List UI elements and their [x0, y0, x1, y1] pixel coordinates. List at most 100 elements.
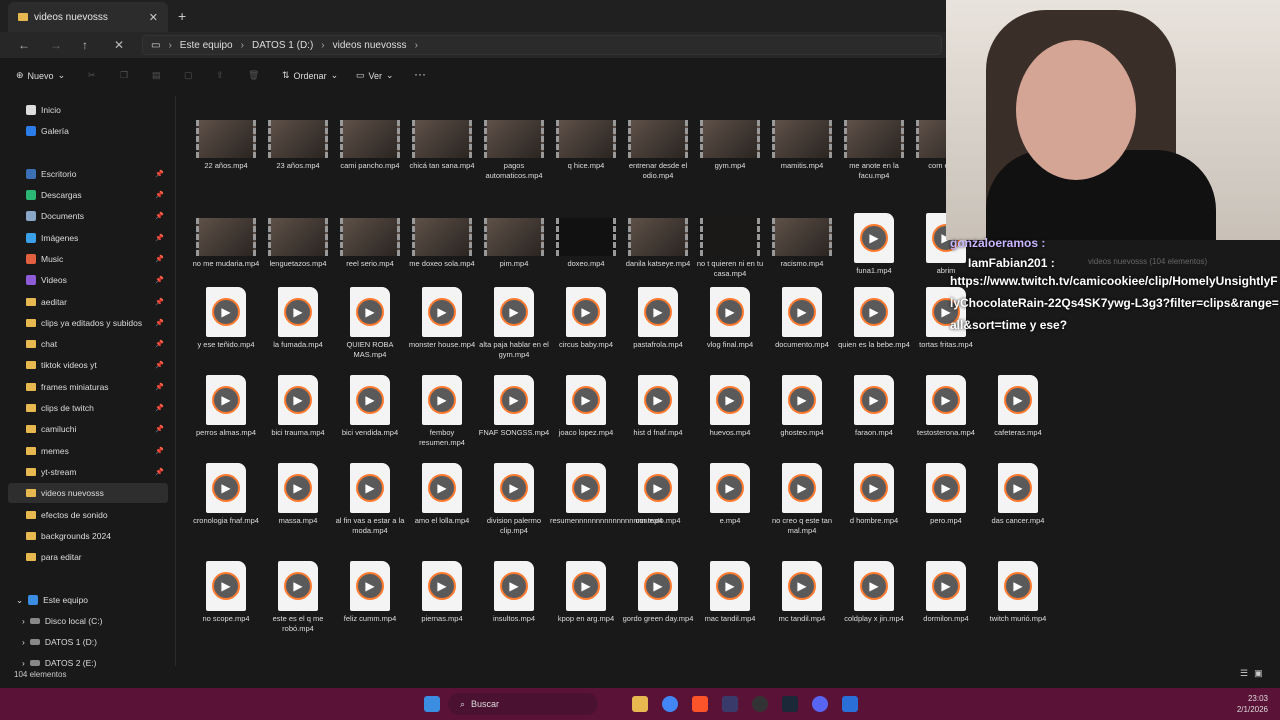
file-item[interactable]: ▶ resumennnnnnnnnnnnnnnnn.mp4: [550, 463, 663, 551]
file-item[interactable]: ▶ alta paja hablar en el gym.mp4: [478, 287, 550, 375]
stop-icon[interactable]: ✕: [114, 38, 124, 52]
sidebar-item[interactable]: Videos 📌: [8, 270, 168, 290]
sidebar-item[interactable]: tiktok videos yt 📌: [8, 355, 168, 375]
forward-icon[interactable]: →: [50, 38, 62, 52]
sidebar-item-this-pc[interactable]: ⌄ Este equipo: [8, 590, 168, 610]
file-item[interactable]: ▶ division palermo clip.mp4: [478, 463, 550, 551]
file-item[interactable]: ▶ quien es la bebe.mp4: [838, 287, 910, 375]
crumb-drive[interactable]: DATOS 1 (D:): [252, 40, 313, 51]
sidebar-item[interactable]: aeditar 📌: [8, 292, 168, 312]
file-item[interactable]: ▶ das cancer.mp4: [982, 463, 1054, 551]
sidebar-item[interactable]: clips de twitch 📌: [8, 398, 168, 418]
delete-icon[interactable]: 🗑: [248, 70, 259, 81]
sidebar-item[interactable]: frames miniaturas 📌: [8, 377, 168, 397]
file-item[interactable]: ▶ dormilon.mp4: [910, 561, 982, 649]
file-item[interactable]: ▶ massa.mp4: [262, 463, 334, 551]
file-item[interactable]: ▶ mac tandil.mp4: [694, 561, 766, 649]
file-item[interactable]: ▶ este es el q me robó.mp4: [262, 561, 334, 649]
sidebar-item[interactable]: para editar: [8, 547, 168, 567]
new-tab-icon[interactable]: +: [178, 8, 186, 24]
tiles-view-icon[interactable]: ▣: [1254, 668, 1263, 679]
file-item[interactable]: ▶ d hombre.mp4: [838, 463, 910, 551]
file-item[interactable]: ▶ hist d fnaf.mp4: [622, 375, 694, 463]
file-item[interactable]: ▶ no creo q este tan mal.mp4: [766, 463, 838, 551]
details-view-icon[interactable]: ☰: [1240, 668, 1248, 679]
sidebar-item[interactable]: memes 📌: [8, 441, 168, 461]
file-item[interactable]: 23 años.mp4: [262, 115, 334, 203]
file-item[interactable]: ▶ testosterona.mp4: [910, 375, 982, 463]
file-item[interactable]: ▶ circus baby.mp4: [550, 287, 622, 375]
file-item[interactable]: ▶ bici vendida.mp4: [334, 375, 406, 463]
app2-icon[interactable]: [842, 696, 858, 712]
file-item[interactable]: ▶ monster house.mp4: [406, 287, 478, 375]
file-item[interactable]: ▶ mc tandil.mp4: [766, 561, 838, 649]
taskbar-search[interactable]: ⌕ Buscar: [448, 693, 598, 715]
sidebar-item[interactable]: backgrounds 2024: [8, 526, 168, 546]
sidebar-item[interactable]: Descargas 📌: [8, 185, 168, 205]
file-item[interactable]: ▶ e.mp4: [694, 463, 766, 551]
steam-icon[interactable]: [782, 696, 798, 712]
file-item[interactable]: chicá tan sana.mp4: [406, 115, 478, 203]
sidebar-item-drive[interactable]: › DATOS 1 (D:): [8, 632, 168, 652]
file-item[interactable]: me anote en la facu.mp4: [838, 115, 910, 203]
file-item[interactable]: ▶ perros almas.mp4: [190, 375, 262, 463]
file-item[interactable]: ▶ femboy resumen.mp4: [406, 375, 478, 463]
file-item[interactable]: ▶ gordo green day.mp4: [622, 561, 694, 649]
file-item[interactable]: ▶ insultos.mp4: [478, 561, 550, 649]
file-item[interactable]: ▶ ghosteo.mp4: [766, 375, 838, 463]
rename-icon[interactable]: ▢: [184, 70, 193, 81]
file-item[interactable]: ▶ FNAF SONGSS.mp4: [478, 375, 550, 463]
file-item[interactable]: ▶ la fumada.mp4: [262, 287, 334, 375]
file-item[interactable]: ▶ pero.mp4: [910, 463, 982, 551]
sort-button[interactable]: ⇅ Ordenar ⌄: [282, 70, 338, 81]
up-icon[interactable]: ↑: [82, 38, 88, 52]
obs-icon[interactable]: [752, 696, 768, 712]
brave-icon[interactable]: [692, 696, 708, 712]
file-item[interactable]: ▶ kpop en arg.mp4: [550, 561, 622, 649]
sidebar-item[interactable]: camiluchi 📌: [8, 419, 168, 439]
more-icon[interactable]: ···: [414, 67, 426, 81]
file-item[interactable]: entrenar desde el odio.mp4: [622, 115, 694, 203]
sidebar-item[interactable]: Music 📌: [8, 249, 168, 269]
new-button[interactable]: ⊕ Nuevo ⌄: [16, 70, 65, 81]
copy-icon[interactable]: ❐: [120, 70, 128, 81]
file-item[interactable]: gym.mp4: [694, 115, 766, 203]
windows-start-icon[interactable]: [424, 696, 440, 712]
file-item[interactable]: ▶ piernas.mp4: [406, 561, 478, 649]
crumb-folder[interactable]: videos nuevosss: [333, 40, 407, 51]
back-icon[interactable]: ←: [18, 38, 30, 52]
file-item[interactable]: ▶ QUIEN ROBA MAS.mp4: [334, 287, 406, 375]
file-item[interactable]: ▶ al fin vas a estar a la moda.mp4: [334, 463, 406, 551]
file-item[interactable]: ▶ feliz cumm.mp4: [334, 561, 406, 649]
file-item[interactable]: ▶ contexto.mp4: [622, 463, 694, 551]
file-item[interactable]: ▶ cafeteras.mp4: [982, 375, 1054, 463]
file-item[interactable]: ▶ vlog final.mp4: [694, 287, 766, 375]
sidebar-item[interactable]: Escritorio 📌: [8, 164, 168, 184]
file-item[interactable]: cami pancho.mp4: [334, 115, 406, 203]
sidebar-item[interactable]: Galería: [8, 121, 168, 141]
file-explorer-icon[interactable]: [632, 696, 648, 712]
sidebar-item[interactable]: efectos de sonido: [8, 505, 168, 525]
file-item[interactable]: 22 años.mp4: [190, 115, 262, 203]
paste-icon[interactable]: ▤: [152, 70, 161, 81]
breadcrumb[interactable]: ▭ › Este equipo › DATOS 1 (D:) › videos nue…: [142, 35, 942, 55]
file-item[interactable]: pagos automaticos.mp4: [478, 115, 550, 203]
app-icon[interactable]: [722, 696, 738, 712]
sidebar-item[interactable]: Documents 📌: [8, 206, 168, 226]
file-item[interactable]: ▶ huevos.mp4: [694, 375, 766, 463]
sidebar-item[interactable]: Inicio: [8, 100, 168, 120]
file-item[interactable]: ▶ faraon.mp4: [838, 375, 910, 463]
file-item[interactable]: ▶ joaco lopez.mp4: [550, 375, 622, 463]
sidebar-item[interactable]: clips ya editados y subidos 📌: [8, 313, 168, 333]
crumb-pc[interactable]: Este equipo: [180, 40, 233, 51]
share-icon[interactable]: ⇪: [216, 70, 224, 81]
tab-videos-nuevosss[interactable]: videos nuevosss ✕: [8, 2, 168, 32]
chrome-icon[interactable]: [662, 696, 678, 712]
sidebar-item[interactable]: yt-stream 📌: [8, 462, 168, 482]
sidebar-item[interactable]: videos nuevosss: [8, 483, 168, 503]
file-item[interactable]: ▶ amo el lolla.mp4: [406, 463, 478, 551]
file-item[interactable]: ▶ y ese teñido.mp4: [190, 287, 262, 375]
file-item[interactable]: ▶ cronologia fnaf.mp4: [190, 463, 262, 551]
file-item[interactable]: q hice.mp4: [550, 115, 622, 203]
sidebar-item[interactable]: chat 📌: [8, 334, 168, 354]
